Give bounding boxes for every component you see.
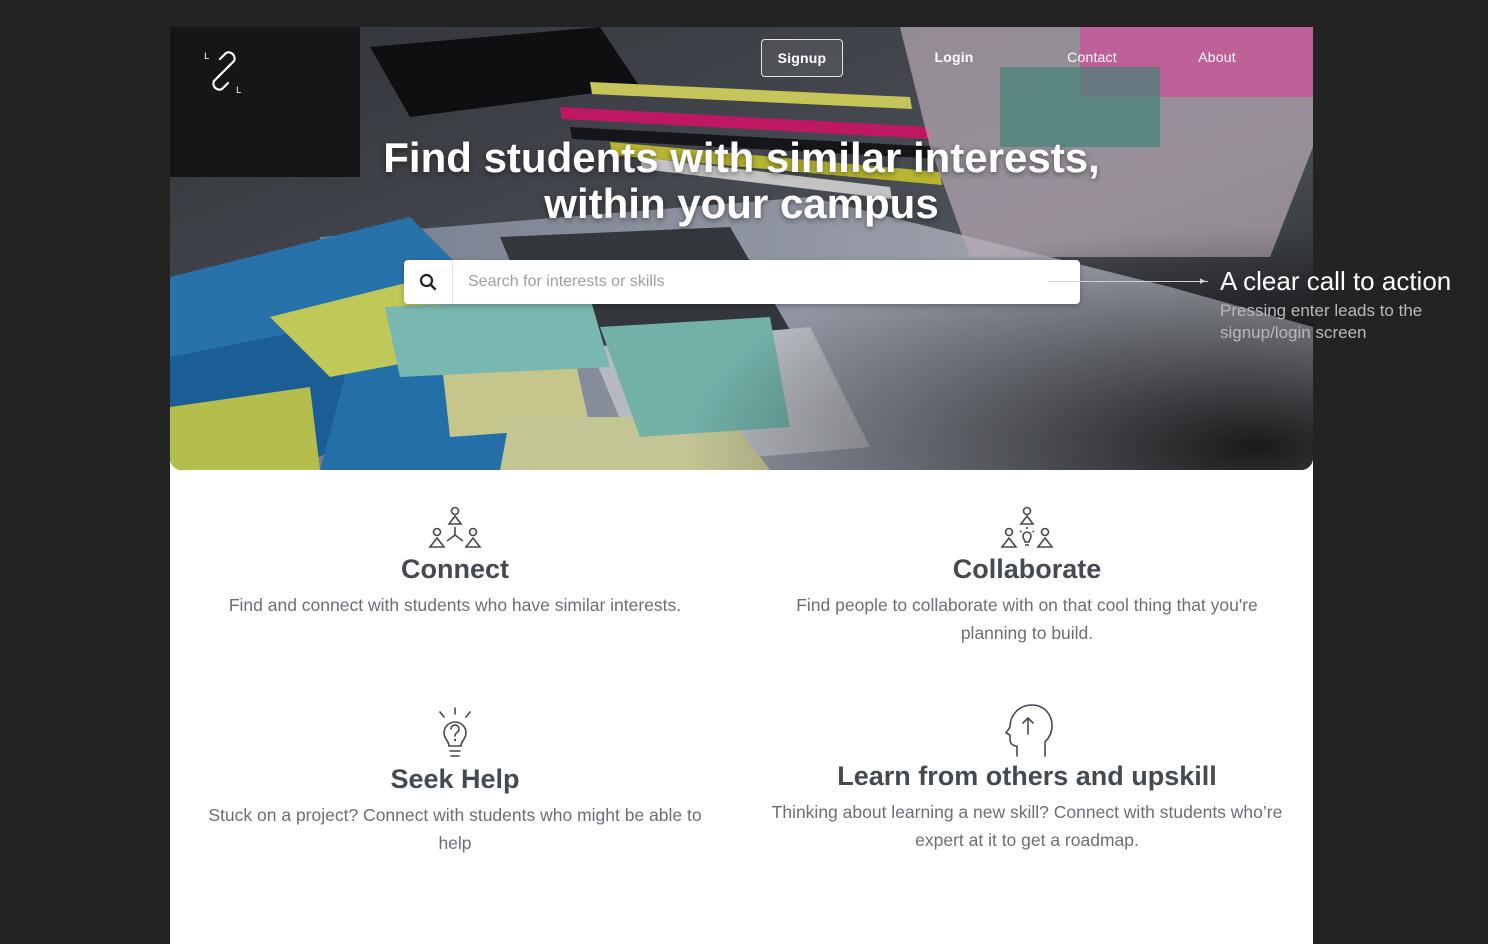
nav-about-link[interactable]: About: [1182, 39, 1252, 75]
annotation-title: A clear call to action: [1220, 266, 1452, 296]
hero-background-photo: [170, 27, 1313, 470]
feature-connect: Connect Find and connect with students w…: [200, 505, 710, 619]
search-input[interactable]: [453, 260, 1053, 304]
feature-connect-title: Connect: [401, 554, 509, 584]
hero-title-line-2: within your campus: [544, 180, 939, 227]
feature-connect-description: Find and connect with students who have …: [228, 595, 682, 615]
feature-learn-upskill: Learn from others and upskill Thinking a…: [762, 702, 1292, 854]
feature-seek-help-title: Seek Help: [390, 764, 520, 794]
arrow-right-icon: ▸: [1200, 275, 1206, 287]
hero-title: Find students with similar interests, wi…: [170, 135, 1313, 227]
search-bar: [404, 260, 1080, 304]
feature-seek-help-description: Stuck on a project? Connect with student…: [208, 805, 702, 853]
feature-collaborate-description: Find people to collaborate with on that …: [796, 595, 1258, 643]
feature-learn-upskill-description: Thinking about learning a new skill? Con…: [771, 802, 1283, 850]
landing-page-frame: L L Signup Login Contact About Find stud…: [170, 27, 1313, 944]
people-idea-icon: [1000, 506, 1054, 548]
annotation-subtitle: Pressing enter leads to the signup/login…: [1220, 301, 1423, 342]
logo-letter-bottom: L: [236, 86, 241, 95]
top-nav: Signup Login Contact About: [170, 39, 1313, 77]
people-network-icon: [428, 506, 482, 548]
head-arrow-up-icon: [1005, 704, 1053, 757]
hero-title-line-1: Find students with similar interests,: [383, 134, 1100, 181]
search-button[interactable]: [404, 260, 453, 304]
lightbulb-question-icon: [439, 707, 471, 757]
search-icon: [419, 273, 437, 291]
hero-section: L L Signup Login Contact About Find stud…: [170, 27, 1313, 470]
feature-learn-upskill-title: Learn from others and upskill: [837, 761, 1217, 791]
feature-seek-help: Seek Help Stuck on a project? Connect wi…: [190, 707, 720, 857]
nav-signup-button[interactable]: Signup: [761, 39, 843, 77]
nav-contact-link[interactable]: Contact: [1052, 39, 1132, 75]
nav-login-link[interactable]: Login: [920, 39, 988, 75]
feature-collaborate-title: Collaborate: [952, 554, 1102, 584]
feature-collaborate: Collaborate Find people to collaborate w…: [772, 505, 1282, 647]
annotation-line: [1048, 281, 1208, 282]
